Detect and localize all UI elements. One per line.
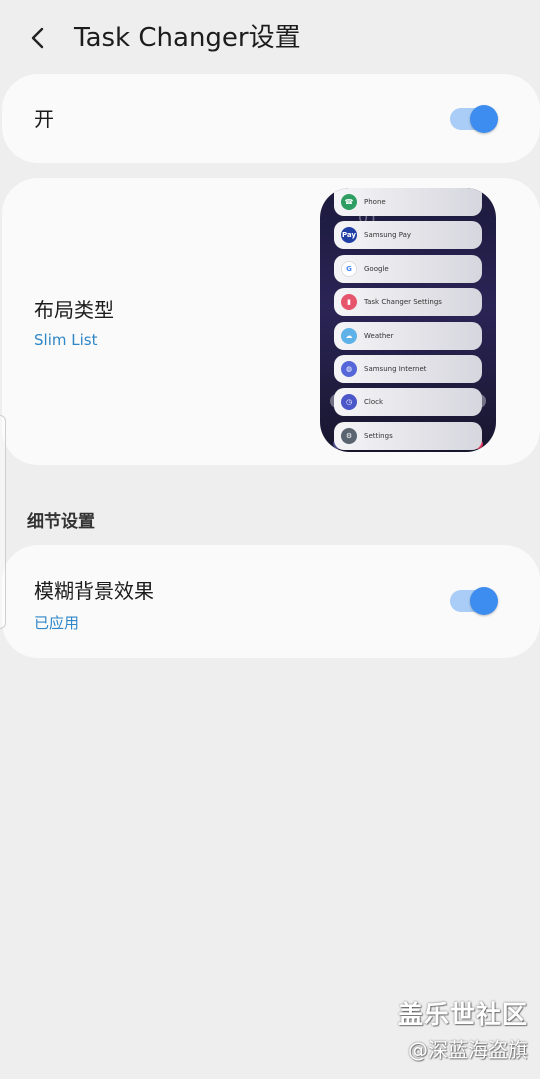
samsung-pay-icon: Pay [341,227,357,244]
details-section-header: 细节设置 [27,512,95,532]
main-toggle-row[interactable]: 开 [2,74,540,163]
preview-task-item: ☁ Weather [334,321,482,350]
blur-background-title: 模糊背景效果 [34,579,154,603]
layout-type-title: 布局类型 [34,298,114,322]
task-changer-icon: ▮ [341,294,357,311]
preview-task-item: Pay Samsung Pay [334,221,482,250]
preview-task-item: ☎ Phone [334,188,482,216]
preview-task-label: Samsung Internet [364,365,427,373]
blur-background-switch[interactable] [450,587,498,615]
settings-icon: ⚙ [341,427,357,444]
google-icon: G [341,260,357,277]
page-title: Task Changer设置 [74,23,301,53]
preview-task-item: ◍ Samsung Internet [334,355,482,383]
main-toggle-label: 开 [34,107,54,131]
watermark-author: @深蓝海盗旗 [408,1038,528,1062]
preview-task-label: Clock [364,398,384,407]
preview-task-label: Google [364,264,389,273]
app-bar: Task Changer设置 [0,0,540,76]
preview-task-item: G Google [334,254,482,283]
switch-knob [470,587,498,615]
preview-task-label: Samsung Pay [364,231,412,240]
switch-knob [470,105,498,133]
preview-task-item: ▮ Task Changer Settings [334,288,482,317]
main-toggle-switch[interactable] [450,105,498,133]
layout-preview-image: 01 ☎ Phone Pay Samsung Pay G Google ▮ Task Chan… [320,188,496,452]
phone-icon: ☎ [341,194,357,210]
preview-task-label: Phone [364,198,386,206]
clock-icon: ◷ [341,394,357,411]
preview-task-label: Settings [364,431,393,440]
layout-type-row[interactable]: 布局类型 Slim List 01 ☎ Phone Pay Samsung Pay G G… [2,178,540,465]
edge-panel-handle[interactable] [0,415,6,629]
watermark-community: 盖乐世社区 [397,1000,528,1029]
blur-background-status: 已应用 [34,614,80,632]
preview-task-item: ◷ Clock [334,388,482,417]
preview-task-label: Task Changer Settings [364,298,442,307]
samsung-internet-icon: ◍ [341,361,357,377]
blur-background-row[interactable]: 模糊背景效果 已应用 [2,545,540,658]
weather-icon: ☁ [341,327,357,344]
back-arrow-icon [31,27,44,49]
preview-task-label: Weather [364,331,394,340]
layout-type-value: Slim List [34,331,98,349]
back-button[interactable] [18,18,58,58]
preview-task-item: ⚙ Settings [334,421,482,450]
